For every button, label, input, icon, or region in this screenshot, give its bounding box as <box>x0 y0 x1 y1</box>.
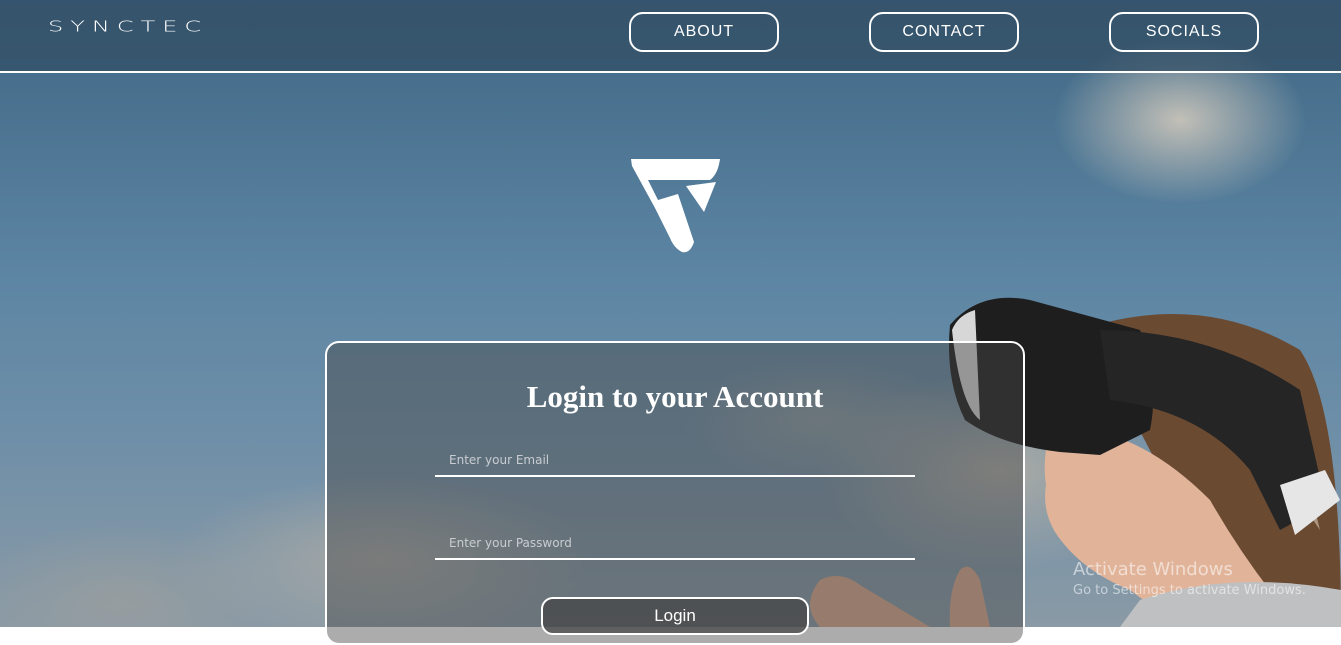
top-navigation-bar: SYNCTEC ABOUT CONTACT SOCIALS <box>0 0 1341 73</box>
login-button[interactable]: Login <box>541 597 809 635</box>
login-form: Login to your Account Login <box>325 341 1025 645</box>
watermark-subtitle: Go to Settings to activate Windows. <box>1073 583 1306 598</box>
password-field[interactable] <box>435 528 915 560</box>
synctec-logo-icon <box>631 159 720 253</box>
nav-contact-button[interactable]: CONTACT <box>869 12 1019 52</box>
login-title: Login to your Account <box>526 379 824 414</box>
nav-about-button[interactable]: ABOUT <box>629 12 779 52</box>
watermark-title: Activate Windows <box>1073 559 1233 580</box>
nav-socials-button[interactable]: SOCIALS <box>1109 12 1259 52</box>
brand-logo[interactable]: SYNCTEC <box>48 18 208 35</box>
activate-windows-watermark: Activate Windows Go to Settings to activ… <box>1073 559 1306 598</box>
email-field[interactable] <box>435 445 915 477</box>
